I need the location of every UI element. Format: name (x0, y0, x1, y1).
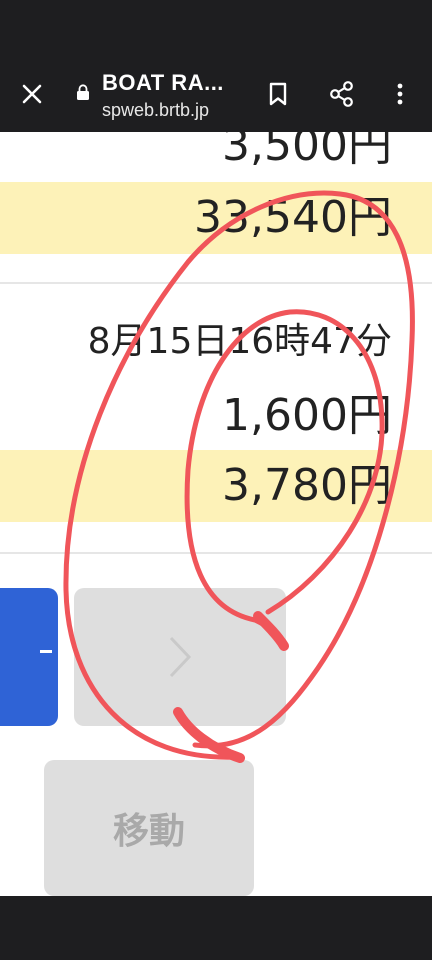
close-icon (22, 84, 42, 104)
web-content: 3,500円 33,540円 8月15日16時47分 1,600円 3,780円… (0, 132, 432, 896)
previous-amount: 3,500円 (222, 132, 392, 171)
close-button[interactable] (12, 74, 52, 114)
entry-total: 3,780円 (0, 450, 432, 522)
chevron-right-icon (169, 636, 192, 678)
next-button[interactable] (74, 588, 286, 726)
lock-icon (77, 84, 89, 100)
page-url[interactable]: spweb.brtb.jp (102, 100, 209, 121)
bookmark-button[interactable] (258, 74, 298, 114)
share-button[interactable] (322, 74, 362, 114)
divider (0, 552, 432, 554)
bookmark-icon (269, 82, 287, 106)
entry-amount: 1,600円 (222, 390, 392, 441)
browser-toolbar: BOAT RA... spweb.brtb.jp (0, 56, 432, 132)
previous-button[interactable] (0, 588, 58, 726)
divider (0, 282, 432, 284)
entry-datetime: 8月15日16時47分 (87, 321, 392, 362)
more-vert-icon (397, 83, 403, 105)
move-button[interactable]: 移動 (44, 760, 254, 896)
button-glyph (40, 650, 52, 653)
more-options-button[interactable] (380, 74, 420, 114)
navigation-bar (0, 896, 432, 960)
status-bar (0, 0, 432, 56)
share-icon (330, 81, 353, 107)
previous-total: 33,540円 (0, 182, 432, 254)
page-title: BOAT RA... (102, 70, 224, 95)
